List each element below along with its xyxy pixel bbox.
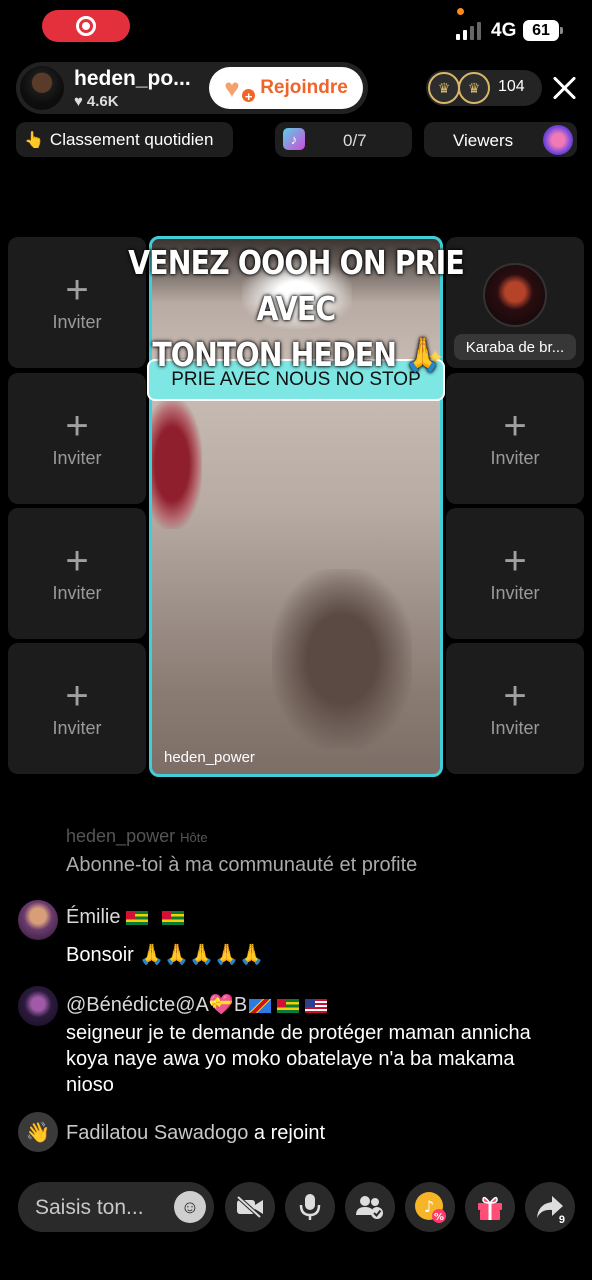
togo-flag-icon [277,998,300,1013]
tiktok-coin-icon: ♪% [415,1192,446,1223]
heart-gift-icon: 💝 [208,994,234,1016]
privacy-dot [457,8,464,15]
viewer-avatar [543,125,573,155]
svg-text:♪: ♪ [424,1197,434,1216]
signal-icon [456,22,481,40]
plus-icon: + [503,674,527,718]
invite-label: Inviter [490,718,540,738]
guests-button[interactable] [345,1182,395,1232]
guest-avatar[interactable] [483,262,547,327]
host-name: heden_po... [74,67,191,90]
invite-slot[interactable]: + Inviter [8,508,146,639]
plus-icon: + [65,539,89,583]
host-info-bar[interactable]: heden_po... ♥ 4.6K ♥ + Rejoindre [16,62,368,114]
invite-slot[interactable]: + Inviter [8,643,146,774]
video-object [152,399,202,529]
music-note-icon: ♪ [283,128,305,150]
top-viewers[interactable]: ♛ ♛ 104 [426,70,542,106]
chat-message: seigneur je te demande de protéger maman… [66,1022,531,1096]
host-tag: Hôte [180,830,208,845]
close-icon[interactable] [550,74,578,102]
caption-line: TONTON HEDEN 🙏 [152,335,440,374]
invite-slot[interactable]: + Inviter [446,373,584,504]
drc-flag-icon [249,998,272,1013]
faded-chat-header: heden_power Hôte [18,826,208,847]
invite-label: Inviter [490,583,540,603]
joined-user[interactable]: Fadilatou Sawadogo [66,1122,248,1144]
chat-name-text: @Bénédicte@A [66,994,209,1016]
plus-icon: + [503,539,527,583]
gift-icon [478,1196,502,1220]
top-viewer-avatar[interactable]: ♛ [458,72,490,104]
togo-flag-icon [162,910,185,925]
camera-off-icon [236,1195,263,1219]
daily-ranking-chip[interactable]: 👆 Classement quotidien [16,122,233,157]
promo-button[interactable]: ♪% [405,1182,455,1232]
invite-label: Inviter [52,718,102,738]
join-notice: Fadilatou Sawadogo a rejoint [66,1120,325,1146]
host-avatar[interactable] [18,64,66,112]
emoji-icon[interactable]: ☺ [174,1191,206,1223]
microphone-button[interactable] [285,1182,335,1232]
camera-off-button[interactable] [225,1182,275,1232]
heart-plus-icon: ♥ + [224,75,257,104]
viewers-label: Viewers [453,131,514,150]
plus-icon: + [65,268,89,312]
invite-slot[interactable]: + Inviter [446,508,584,639]
faded-chat-name: heden_power [66,826,176,846]
ranking-label: Classement quotidien [49,129,214,149]
battery-icon: 61 [523,20,563,41]
svg-text:%: % [434,1212,444,1223]
plus-icon: + [65,404,89,448]
video-username: heden_power [164,749,255,766]
togo-flag-icon [126,910,149,925]
usa-flag-icon [305,998,328,1013]
network-type: 4G [491,20,517,41]
chat-avatar[interactable] [18,900,58,940]
status-bar: 4G 61 [0,0,592,56]
plus-icon: + [503,404,527,448]
video-hand [272,569,412,749]
caption-line: VENEZ OOOH ON PRIE AVEC [128,243,465,328]
gift-button[interactable] [465,1182,515,1232]
share-button[interactable]: 9 [525,1182,575,1232]
guests-icon [356,1196,383,1219]
comment-input[interactable]: Saisis ton... ☺ [18,1182,214,1232]
comment-placeholder: Saisis ton... [35,1196,144,1219]
community-message[interactable]: Abonne-toi à ma communauté et profite [66,854,417,877]
invite-label: Inviter [52,583,102,603]
wave-hand-icon: 👋 [18,1112,58,1152]
chat-avatar[interactable] [18,986,58,1026]
heart-icon: ♥ [74,93,83,110]
chat-name-text: Émilie [66,906,121,928]
screen-recording-indicator[interactable] [42,10,130,42]
top-viewer-avatar[interactable]: ♛ [428,72,460,104]
microphone-icon [299,1194,321,1220]
viewer-count: 104 [498,78,525,95]
join-button[interactable]: ♥ + Rejoindre [209,67,363,109]
pointing-hand-icon: 👆 [24,131,44,149]
share-count: 9 [558,1214,565,1226]
invite-label: Inviter [490,448,540,468]
chat-name-text: B [233,994,248,1016]
live-caption: VENEZ OOOH ON PRIE AVEC TONTON HEDEN 🙏 [124,240,468,378]
host-likes: ♥ 4.6K [74,93,119,110]
invite-slot[interactable]: + Inviter [8,373,146,504]
chat-message: Bonsoir 🙏🙏🙏🙏🙏 [66,944,264,966]
goal-progress: 0/7 [343,131,367,150]
chat-username[interactable]: @Bénédicte@A💝B [66,992,328,1017]
invite-label: Inviter [52,448,102,468]
live-goal-chip[interactable]: ♪ 0/7 [275,122,412,157]
join-action: a rejoint [253,1122,326,1144]
likes-count: 4.6K [86,93,119,110]
invite-label: Inviter [52,312,102,332]
plus-icon: + [65,674,89,718]
viewers-chip[interactable]: Viewers [424,122,577,157]
join-label: Rejoindre [260,77,348,98]
invite-slot[interactable]: + Inviter [446,643,584,774]
record-icon [76,16,96,36]
guest-name: Karaba de br... [454,334,576,360]
chat-username[interactable]: Émilie [66,906,185,929]
